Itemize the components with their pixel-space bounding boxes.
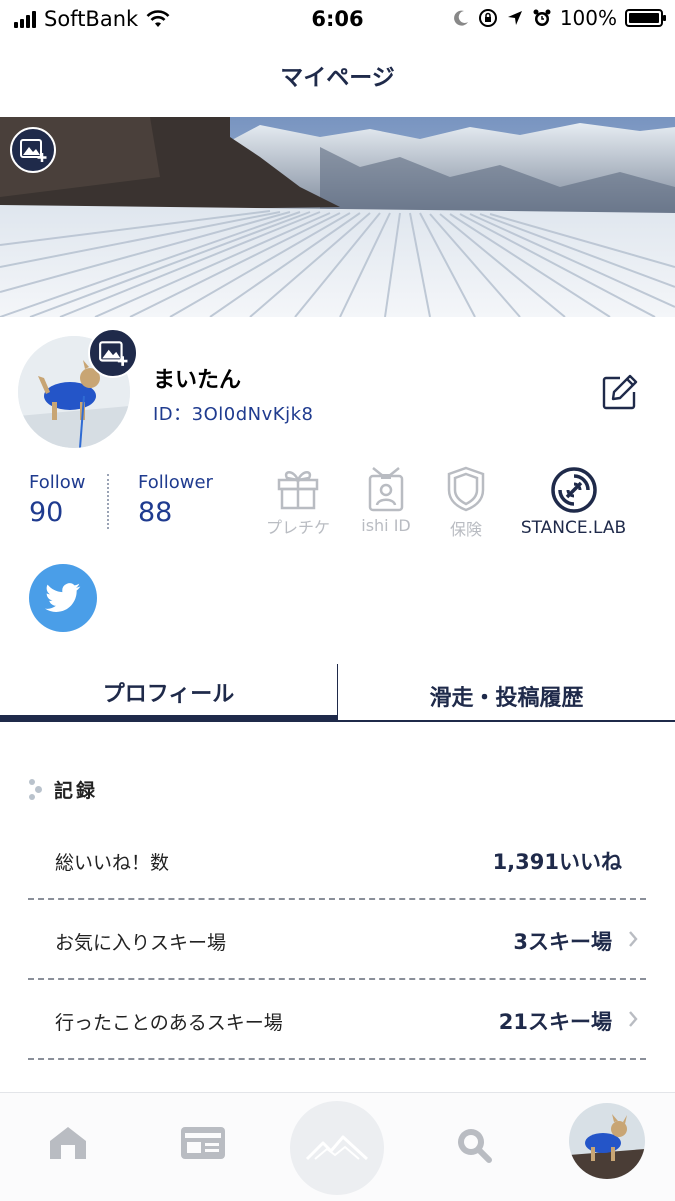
record-value: 3スキー場 <box>513 930 612 954</box>
location-arrow-icon <box>507 11 522 25</box>
image-add-icon <box>99 341 128 366</box>
alarm-icon <box>533 9 551 26</box>
add-cover-image-button[interactable] <box>10 127 56 173</box>
moon-icon <box>453 10 468 26</box>
edit-icon <box>602 374 638 410</box>
follow-label: Follow <box>29 472 86 493</box>
follow-count: 90 <box>29 497 64 528</box>
bottom-nav <box>0 1092 675 1201</box>
card-icon <box>181 1127 225 1159</box>
twitter-icon <box>45 583 81 612</box>
record-label: 総いいね！数 <box>55 852 170 874</box>
records-section-header: 記録 <box>28 776 98 803</box>
cover-image <box>0 117 675 317</box>
twitter-button[interactable] <box>29 564 97 632</box>
follower-stat[interactable]: Follower 88 <box>138 472 213 528</box>
record-value: 1,391いいね <box>492 850 622 874</box>
record-row-favorite-resorts[interactable]: お気に入りスキー場 3スキー場 <box>28 900 646 980</box>
feature-stance-lab[interactable]: STANCE.LAB <box>516 466 631 538</box>
search-icon <box>458 1129 492 1163</box>
chevron-right-icon <box>629 1011 638 1027</box>
record-label: お気に入りスキー場 <box>55 932 227 954</box>
battery-percent: 100% <box>559 6 617 30</box>
feature-pre-ticket[interactable]: プレチケ <box>266 466 331 538</box>
orientation-lock-icon <box>478 9 497 27</box>
change-avatar-button[interactable] <box>88 328 138 378</box>
chevron-right-icon <box>629 931 638 947</box>
user-name: まいたん <box>153 368 242 393</box>
feature-label: ishi ID <box>361 516 411 535</box>
shield-icon <box>447 466 485 512</box>
status-bar: SoftBank 6:06 100% <box>0 0 675 38</box>
record-row-total-likes: 総いいね！数 1,391いいね <box>28 820 646 900</box>
section-title: 記録 <box>54 780 99 802</box>
nav-card[interactable] <box>178 1123 228 1163</box>
record-row-visited-resorts[interactable]: 行ったことのあるスキー場 21スキー場 <box>28 980 646 1060</box>
tab-history[interactable]: 滑走・投稿履歴 <box>337 664 675 722</box>
feature-label: STANCE.LAB <box>520 518 627 538</box>
profile-avatar-wrap <box>18 328 138 448</box>
gift-icon <box>277 471 319 510</box>
feature-ishi-id[interactable]: ishi ID <box>356 466 416 535</box>
image-add-icon <box>20 139 47 162</box>
page-title: マイページ <box>280 65 395 91</box>
record-label: 行ったことのあるスキー場 <box>55 1012 283 1034</box>
home-icon <box>50 1127 86 1159</box>
nav-home[interactable] <box>46 1123 90 1163</box>
record-value: 21スキー場 <box>498 1010 612 1034</box>
feature-label: プレチケ <box>266 518 331 537</box>
feature-label: 保険 <box>449 520 482 539</box>
battery-icon <box>625 9 666 27</box>
nav-search[interactable] <box>452 1123 494 1165</box>
nav-center-mountain[interactable] <box>290 1101 384 1195</box>
nav-avatar[interactable] <box>569 1103 645 1179</box>
follow-stat[interactable]: Follow 90 <box>29 472 85 528</box>
mountain-icon <box>305 1135 369 1161</box>
follower-count: 88 <box>138 497 173 528</box>
follower-label: Follower <box>138 472 213 493</box>
tab-profile[interactable]: プロフィール <box>0 664 337 722</box>
edit-profile-button[interactable] <box>600 372 640 412</box>
feature-insurance[interactable]: 保険 <box>436 466 496 540</box>
id-badge-icon <box>368 467 404 512</box>
stat-divider <box>107 474 109 529</box>
stance-lab-icon <box>550 467 597 513</box>
dots-icon <box>28 778 42 801</box>
user-id: ID：3Ol0dNvKjk8 <box>153 404 314 425</box>
